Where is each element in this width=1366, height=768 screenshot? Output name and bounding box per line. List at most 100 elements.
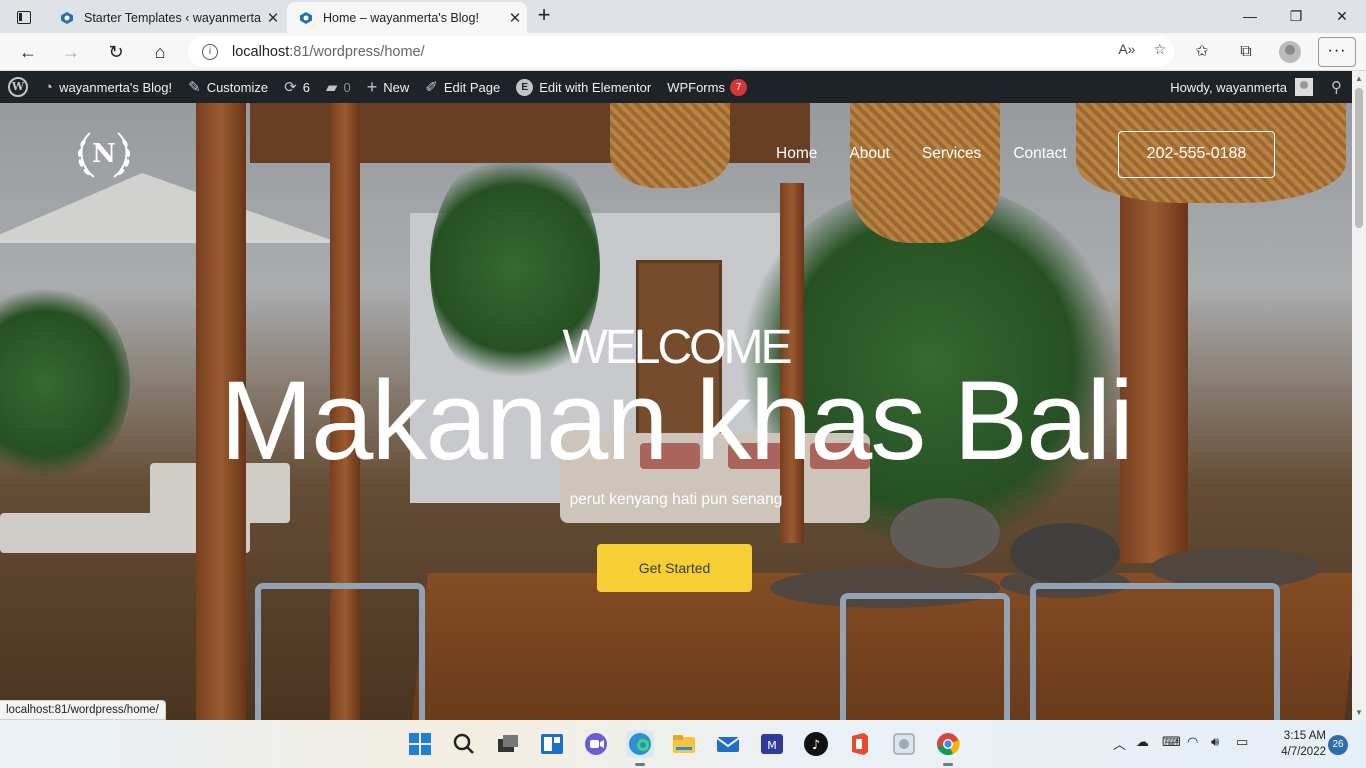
comment-icon: ▰ — [325, 79, 338, 96]
elementor-icon: E — [516, 78, 534, 96]
back-icon[interactable]: ← — [14, 38, 42, 66]
scroll-up-icon[interactable]: ▲ — [1352, 74, 1366, 83]
read-aloud-icon[interactable]: A» — [1118, 41, 1135, 58]
updates-icon: ⟳ — [284, 79, 297, 96]
file-explorer-icon[interactable] — [670, 730, 698, 758]
wifi-icon[interactable]: ◠ — [1187, 734, 1198, 754]
howdy-label: Howdy, wayanmerta — [1170, 79, 1287, 95]
taskbar-clock[interactable]: 3:15 AM 4/7/2022 — [1266, 728, 1326, 760]
avatar — [1295, 78, 1313, 96]
office-icon[interactable] — [846, 730, 874, 758]
edit-page-label: Edit Page — [443, 79, 501, 95]
wp-admin-bar: W ◔ wayanmerta's Blog! ✎ Customize ⟳ 6 ▰ 0 +… — [0, 71, 1352, 103]
site-logo[interactable]: N — [72, 127, 136, 183]
admin-search-icon[interactable]: ⚲ — [1321, 71, 1352, 103]
hero-tagline: perut kenyang hati pun senang — [569, 491, 783, 508]
admin-new[interactable]: + New — [359, 71, 418, 103]
battery-icon[interactable]: ▭ — [1236, 734, 1248, 754]
widgets-icon[interactable] — [538, 730, 566, 758]
mail-icon[interactable] — [714, 730, 742, 758]
pencil-icon: ✐ — [425, 79, 438, 96]
tab-starter-templates[interactable]: Starter Templates ‹ wayanmerta's ✕ — [48, 2, 285, 33]
scroll-down-icon[interactable]: ▼ — [1352, 708, 1366, 717]
admin-site-name[interactable]: ◔ wayanmerta's Blog! — [36, 71, 180, 103]
admin-updates[interactable]: ⟳ 6 — [276, 71, 318, 103]
tiktok-icon[interactable]: ♪ — [802, 730, 830, 758]
new-tab-button[interactable]: + — [533, 4, 555, 26]
tab-close-icon[interactable]: ✕ — [503, 9, 527, 27]
tab-title: Home – wayanmerta's Blog! — [323, 10, 479, 25]
admin-elementor[interactable]: E Edit with Elementor — [508, 71, 659, 103]
admin-account[interactable]: Howdy, wayanmerta — [1162, 71, 1321, 103]
chevron-up-icon[interactable]: ︿ — [1113, 734, 1126, 754]
browser-toolbar: ← → ↻ ⌂ i localhost:81/wordpress/home/ A… — [0, 33, 1366, 71]
minimize-button[interactable]: — — [1228, 4, 1272, 28]
add-favorite-icon[interactable]: ☆ — [1153, 41, 1166, 58]
chrome-icon[interactable] — [934, 730, 962, 766]
admin-wpforms[interactable]: WPForms 7 — [659, 71, 755, 103]
svg-text:♪: ♪ — [812, 738, 820, 753]
home-icon[interactable]: ⌂ — [146, 38, 174, 66]
brush-icon: ✎ — [188, 79, 201, 96]
volume-icon[interactable]: 🔊︎ — [1211, 734, 1219, 754]
plus-icon: + — [366, 76, 378, 97]
tab-title: Starter Templates ‹ wayanmerta's — [84, 10, 261, 25]
svg-text:M: M — [767, 739, 777, 752]
wp-logo-icon[interactable]: W — [0, 71, 36, 103]
dashboard-icon: ◔ — [44, 78, 54, 96]
close-window-button[interactable]: ✕ — [1320, 4, 1364, 28]
clock-time: 3:15 AM — [1283, 730, 1326, 742]
clock-date: 4/7/2022 — [1281, 746, 1326, 758]
address-path: :81/wordpress/home/ — [289, 43, 425, 60]
wordpress-favicon-icon — [299, 11, 313, 25]
more-icon[interactable]: ··· — [1318, 37, 1356, 67]
nav-home[interactable]: Home — [760, 143, 833, 165]
new-label: New — [383, 79, 410, 95]
refresh-icon[interactable]: ↻ — [102, 38, 130, 66]
task-view-icon[interactable] — [494, 730, 522, 758]
scrollbar-thumb[interactable] — [1355, 88, 1363, 228]
tab-actions-icon[interactable] — [10, 7, 38, 27]
elementor-label: Edit with Elementor — [539, 79, 652, 95]
comments-count: 0 — [343, 79, 351, 95]
get-started-button[interactable]: Get Started — [597, 544, 752, 592]
site-name-label: wayanmerta's Blog! — [59, 79, 173, 95]
maximize-button[interactable]: ❐ — [1274, 4, 1318, 28]
nav-contact[interactable]: Contact — [997, 143, 1082, 165]
nav-services[interactable]: Services — [906, 143, 997, 165]
nav-about[interactable]: About — [833, 143, 906, 165]
wpforms-label: WPForms — [667, 79, 725, 95]
phone-button[interactable]: 202-555-0188 — [1118, 131, 1275, 178]
address-host: localhost — [232, 43, 290, 60]
chat-icon[interactable] — [582, 730, 610, 758]
forward-icon[interactable]: → — [57, 38, 85, 66]
favorites-icon[interactable]: ✩ — [1180, 37, 1224, 67]
logo-letter: N — [92, 139, 116, 169]
main-navigation: Home About Services Contact — [760, 143, 1083, 165]
status-url: localhost:81/wordpress/home/ — [0, 700, 166, 720]
admin-customize[interactable]: ✎ Customize — [180, 71, 276, 103]
admin-comments[interactable]: ▰ 0 — [318, 71, 359, 103]
customize-label: Customize — [206, 79, 269, 95]
profile-icon[interactable] — [1279, 41, 1301, 63]
edge-icon[interactable] — [626, 730, 654, 766]
collections-icon[interactable]: ⧉ — [1224, 37, 1268, 67]
vpn-icon[interactable]: M — [758, 730, 786, 758]
page-scrollbar[interactable]: ▲ ▼ — [1352, 71, 1366, 720]
windows-start-icon[interactable] — [406, 730, 434, 758]
wpforms-badge: 7 — [729, 78, 747, 96]
notification-badge[interactable]: 26 — [1328, 735, 1348, 755]
scanner-icon[interactable] — [890, 730, 918, 758]
hero-headline: Makanan khas Bali — [219, 358, 1134, 483]
address-bar[interactable]: i localhost:81/wordpress/home/ A» ☆ — [188, 36, 1174, 67]
tab-close-icon[interactable]: ✕ — [261, 9, 285, 27]
tab-home[interactable]: Home – wayanmerta's Blog! ✕ — [287, 2, 527, 33]
onedrive-icon[interactable]: ☁ — [1136, 734, 1149, 754]
admin-edit-page[interactable]: ✐ Edit Page — [417, 71, 508, 103]
search-icon[interactable] — [450, 730, 478, 758]
keyboard-icon[interactable]: ⌨ — [1162, 734, 1181, 754]
updates-count: 6 — [302, 79, 310, 95]
windows-taskbar: M ♪ ︿ ☁ ⌨ ◠ 🔊︎ ▭ 3:15 AM 4/7/2022 26 — [0, 720, 1366, 768]
site-info-icon[interactable]: i — [202, 43, 218, 60]
hero-section: N Home About Services Contact 202-555-01… — [0, 103, 1352, 720]
